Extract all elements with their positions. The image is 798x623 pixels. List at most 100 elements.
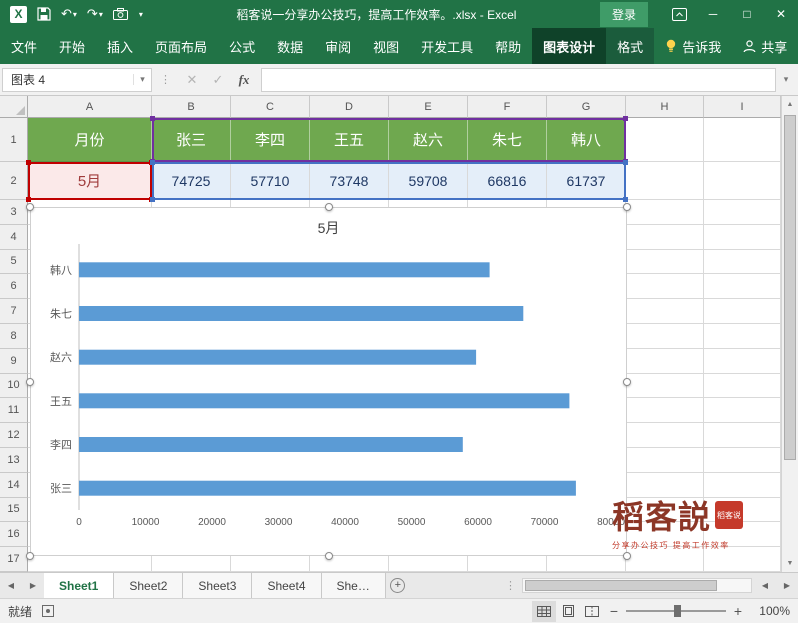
- row-header[interactable]: 13: [0, 447, 28, 473]
- name-box-caret-icon[interactable]: ▾: [133, 74, 151, 85]
- bar-chart[interactable]: 5月 韩八 朱七 赵六 王五 李四 张三 0 10000 20000 30000 40000 5000…: [26, 203, 631, 560]
- chart-bar[interactable]: [79, 393, 570, 409]
- formula-bar-expand-icon[interactable]: ▾: [776, 74, 796, 85]
- maximize-icon[interactable]: □: [730, 0, 764, 28]
- column-header-g[interactable]: G: [547, 96, 626, 118]
- cell-c1[interactable]: 李四: [231, 118, 310, 162]
- cell-a2[interactable]: 5月: [28, 162, 152, 200]
- column-header-a[interactable]: A: [28, 96, 152, 118]
- row-header[interactable]: 14: [0, 472, 28, 498]
- row-header[interactable]: 5: [0, 249, 28, 275]
- vertical-scroll-thumb[interactable]: [784, 115, 796, 460]
- column-header-d[interactable]: D: [310, 96, 389, 118]
- customize-qat-icon[interactable]: ▾: [138, 10, 143, 19]
- cell-a1[interactable]: 月份: [28, 118, 152, 162]
- grid-cell[interactable]: [704, 200, 781, 225]
- close-icon[interactable]: ✕: [764, 0, 798, 28]
- row-header[interactable]: 8: [0, 323, 28, 349]
- grid-cell[interactable]: [704, 249, 781, 275]
- share-button[interactable]: 共享: [732, 28, 798, 64]
- undo-icon[interactable]: ↶ ▾: [61, 6, 77, 22]
- chart-bar[interactable]: [79, 437, 463, 452]
- chart-resize-handle[interactable]: [26, 377, 34, 386]
- camera-icon[interactable]: [112, 8, 128, 20]
- tab-file[interactable]: 文件: [0, 28, 48, 64]
- row-header[interactable]: 4: [0, 224, 28, 250]
- row-header[interactable]: 15: [0, 497, 28, 523]
- grid-cell[interactable]: [626, 447, 704, 473]
- redo-caret-icon[interactable]: ▾: [99, 10, 103, 19]
- chart-resize-handle[interactable]: [324, 203, 333, 211]
- chart-resize-handle[interactable]: [26, 203, 34, 211]
- grid-cell[interactable]: [626, 373, 704, 399]
- grid-cell[interactable]: [626, 348, 704, 374]
- horizontal-scroll-thumb[interactable]: [525, 580, 717, 591]
- row-header[interactable]: 16: [0, 522, 28, 548]
- redo-icon[interactable]: ↷ ▾: [87, 6, 103, 22]
- undo-caret-icon[interactable]: ▾: [73, 10, 77, 19]
- zoom-in-icon[interactable]: +: [728, 603, 748, 619]
- grid-cell[interactable]: [626, 299, 704, 324]
- column-header-c[interactable]: C: [231, 96, 310, 118]
- select-all-corner[interactable]: [0, 96, 28, 118]
- normal-view-icon[interactable]: [532, 600, 556, 622]
- cell-b1[interactable]: 张三: [152, 118, 231, 162]
- tab-home[interactable]: 开始: [48, 28, 96, 64]
- grid-cell[interactable]: [626, 200, 704, 225]
- scroll-right-icon[interactable]: ▶: [776, 573, 798, 598]
- row-header[interactable]: 9: [0, 348, 28, 374]
- chart-resize-handle[interactable]: [26, 552, 34, 560]
- scroll-up-icon[interactable]: ▲: [782, 96, 798, 113]
- scroll-down-icon[interactable]: ▼: [782, 555, 798, 572]
- grid-cell[interactable]: [626, 274, 704, 300]
- cell-f1[interactable]: 朱七: [468, 118, 547, 162]
- ribbon-display-options-icon[interactable]: [662, 0, 696, 28]
- cell-i2[interactable]: [704, 162, 781, 200]
- sheet-tab-more[interactable]: She…: [321, 573, 386, 598]
- row-header[interactable]: 10: [0, 373, 28, 399]
- chart-bar[interactable]: [79, 262, 490, 278]
- cell-g1[interactable]: 韩八: [547, 118, 626, 162]
- macro-record-icon[interactable]: [42, 605, 55, 617]
- save-icon[interactable]: [37, 7, 51, 21]
- column-header-e[interactable]: E: [389, 96, 468, 118]
- cell-b2[interactable]: 74725: [152, 162, 231, 200]
- row-header-1[interactable]: 1: [0, 118, 28, 162]
- grid-cell[interactable]: [704, 398, 781, 424]
- row-header[interactable]: 12: [0, 423, 28, 448]
- name-box[interactable]: 图表 4 ▾: [2, 67, 152, 92]
- page-break-view-icon[interactable]: [580, 601, 604, 622]
- tab-page-layout[interactable]: 页面布局: [144, 28, 218, 64]
- cell-f2[interactable]: 66816: [468, 162, 547, 200]
- zoom-out-icon[interactable]: −: [604, 603, 624, 619]
- grid-cell[interactable]: [626, 224, 704, 250]
- formula-bar-splitter[interactable]: ⋮: [152, 73, 179, 86]
- cell-c2[interactable]: 57710: [231, 162, 310, 200]
- page-layout-view-icon[interactable]: [556, 601, 580, 622]
- cell-g2[interactable]: 61737: [547, 162, 626, 200]
- row-header[interactable]: 7: [0, 299, 28, 324]
- chart-title[interactable]: 5月: [31, 208, 626, 242]
- cell-e1[interactable]: 赵六: [389, 118, 468, 162]
- grid-cell[interactable]: [626, 398, 704, 424]
- cell-e2[interactable]: 59708: [389, 162, 468, 200]
- column-header-b[interactable]: B: [152, 96, 231, 118]
- grid-cell[interactable]: [704, 348, 781, 374]
- chart-bar[interactable]: [79, 480, 576, 496]
- sheet-tab-sheet1[interactable]: Sheet1: [44, 573, 115, 598]
- zoom-slider[interactable]: [626, 605, 726, 617]
- scroll-left-icon[interactable]: ◀: [754, 573, 776, 598]
- row-header[interactable]: 6: [0, 274, 28, 300]
- new-sheet-button[interactable]: +: [386, 573, 410, 598]
- horizontal-scrollbar[interactable]: [522, 578, 752, 593]
- column-header-f[interactable]: F: [468, 96, 547, 118]
- grid-cell[interactable]: [704, 323, 781, 349]
- tab-developer[interactable]: 开发工具: [410, 28, 484, 64]
- sheet-tab-sheet4[interactable]: Sheet4: [252, 573, 322, 598]
- tab-format[interactable]: 格式: [606, 28, 655, 64]
- tab-help[interactable]: 帮助: [484, 28, 532, 64]
- chart-plot-area[interactable]: 韩八朱七赵六王五李四张三 0 10000 20000 30000 40000 50000 60…: [31, 242, 626, 555]
- cell-d2[interactable]: 73748: [310, 162, 389, 200]
- row-header[interactable]: 11: [0, 398, 28, 424]
- column-header-h[interactable]: H: [626, 96, 704, 118]
